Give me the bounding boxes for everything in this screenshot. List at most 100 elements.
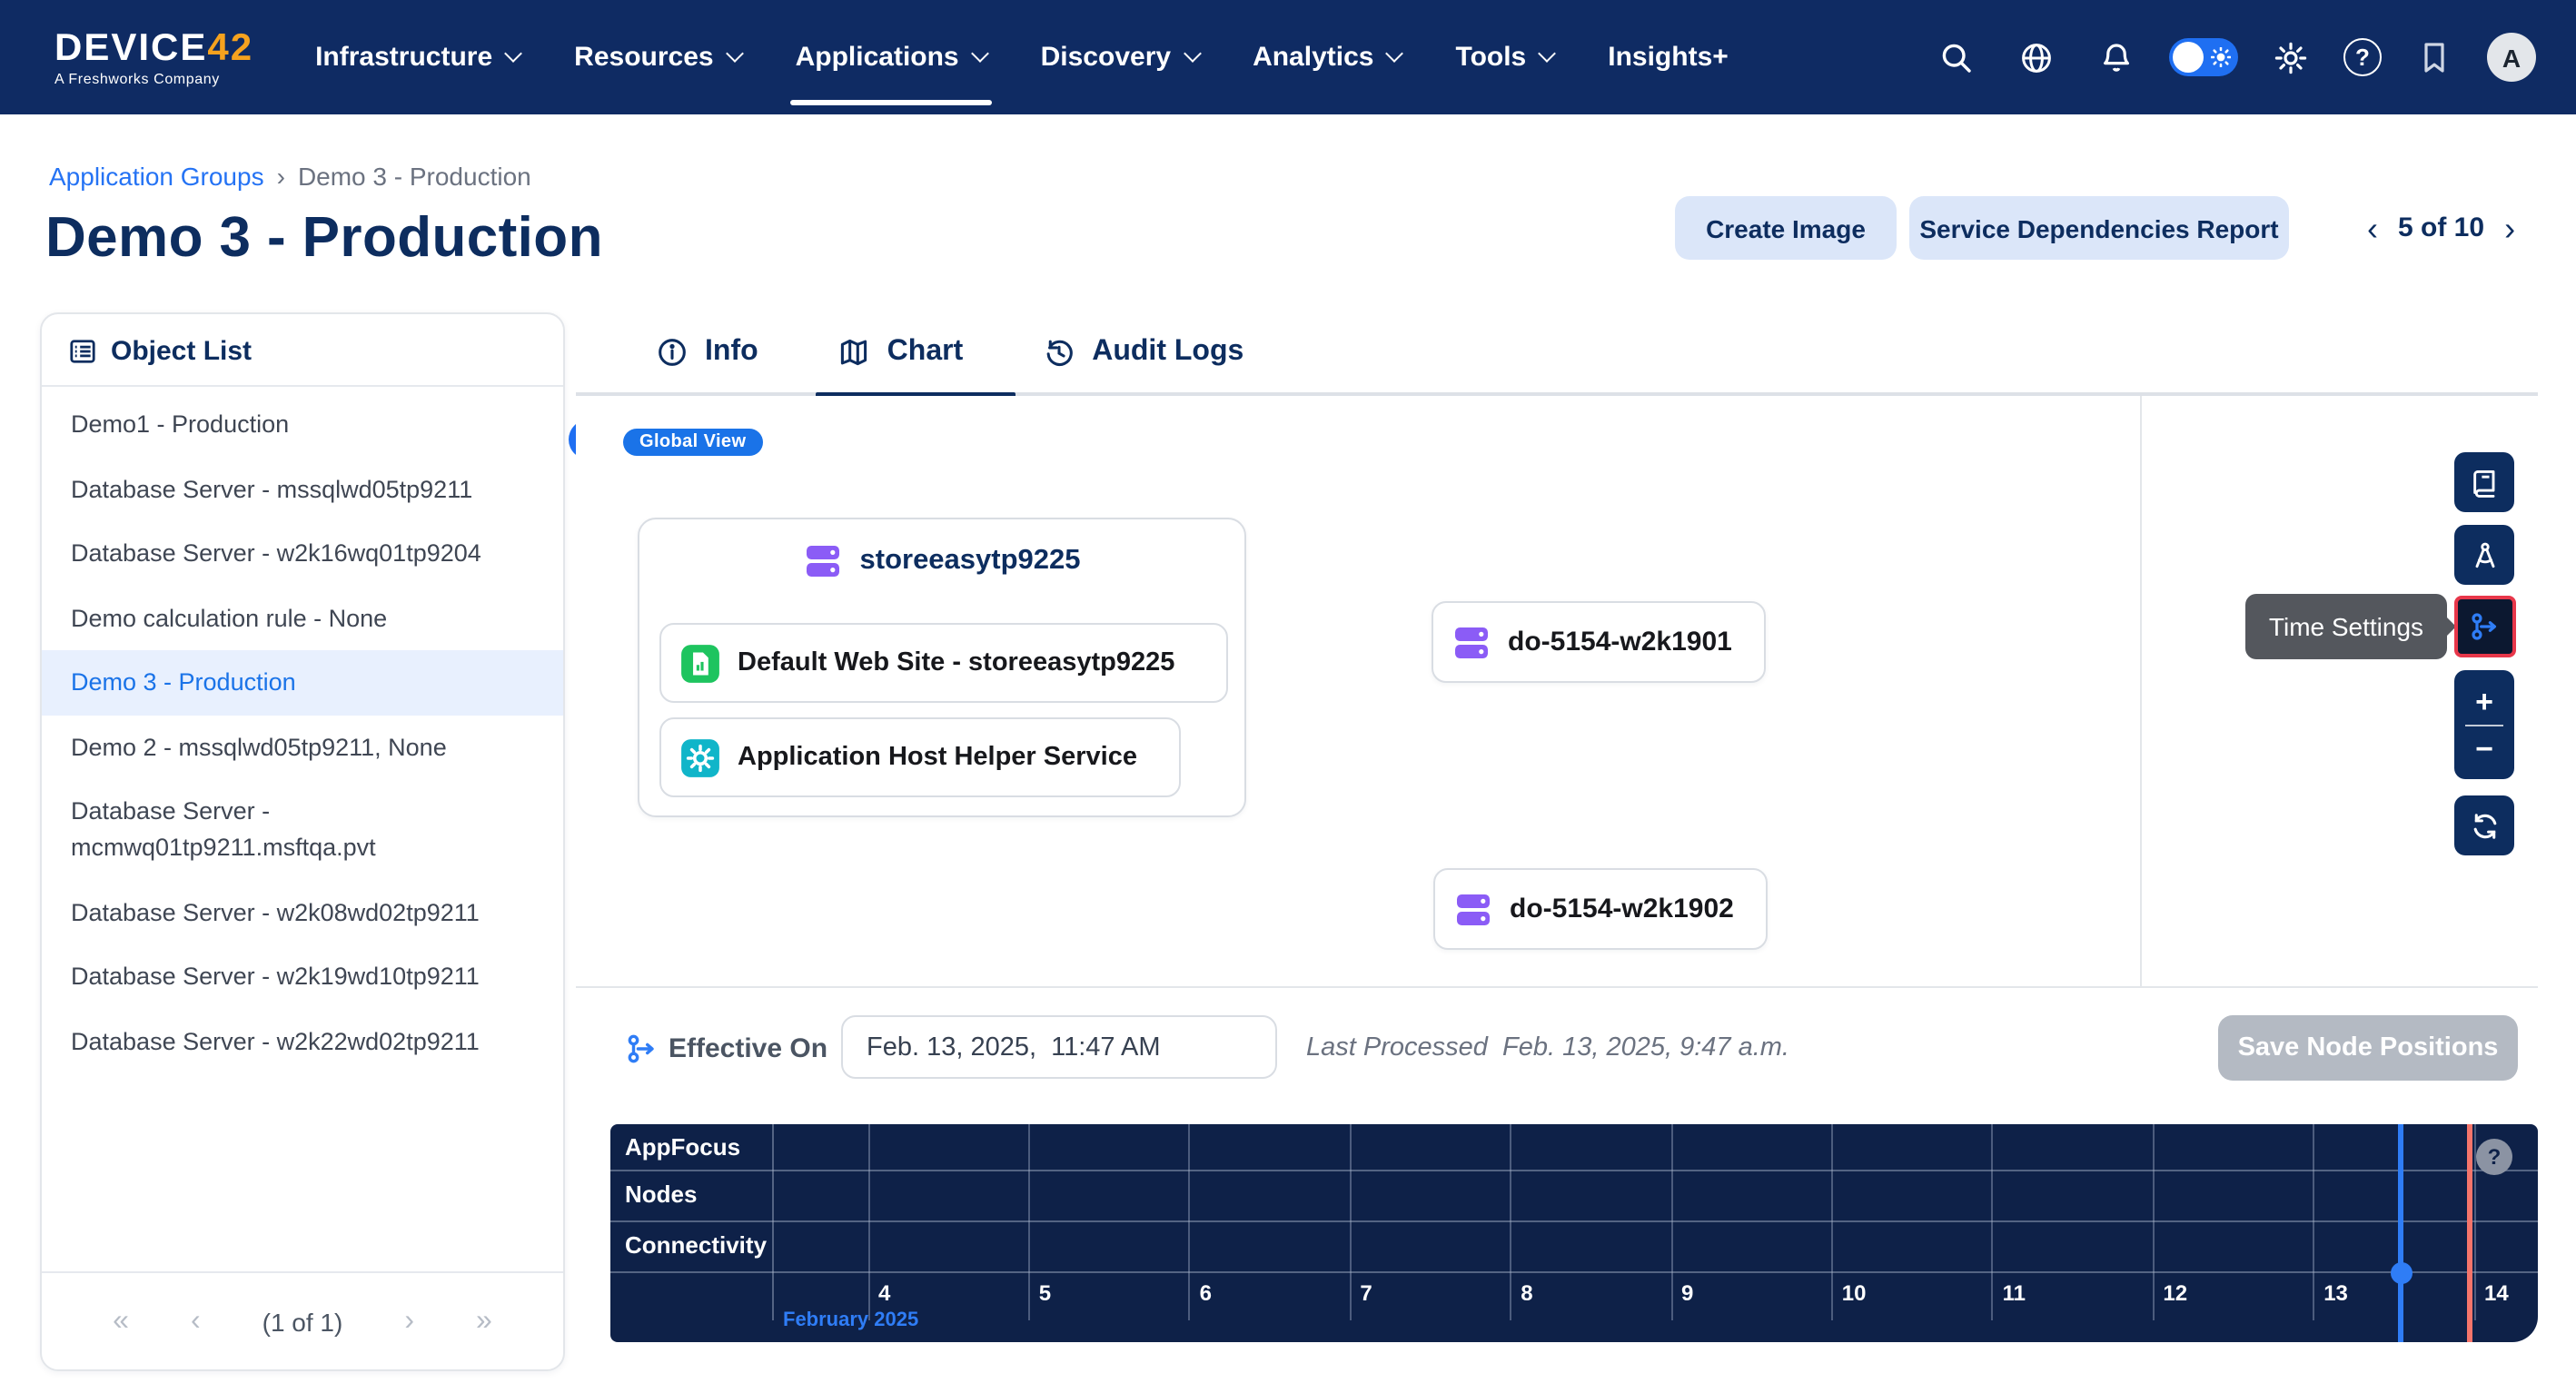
theme-toggle[interactable]: [2169, 38, 2238, 76]
effective-date-input[interactable]: Feb. 13, 2025, 11:47 AM: [841, 1015, 1277, 1079]
service-dependencies-report-button[interactable]: Service Dependencies Report: [1909, 196, 2289, 260]
timeline-row-label: Nodes: [625, 1181, 697, 1208]
timeline-help-icon[interactable]: ?: [2476, 1139, 2512, 1175]
timeline-row-divider: [610, 1170, 2538, 1171]
timeline-date-label: 12: [2163, 1280, 2187, 1306]
list-item[interactable]: Database Server - w2k16wq01tp9204: [42, 521, 563, 586]
last-page-icon[interactable]: »: [476, 1305, 492, 1338]
timeline-date-label: 11: [2003, 1280, 2026, 1306]
menu-tools[interactable]: Tools: [1455, 0, 1553, 114]
device42-logo[interactable]: DEVICE42 A Freshworks Company: [54, 28, 253, 86]
top-nav: DEVICE42 A Freshworks Company Infrastruc…: [0, 0, 2576, 114]
tab-audit-logs[interactable]: Audit Logs: [1043, 312, 1243, 392]
tab-info[interactable]: Info: [656, 312, 758, 392]
object-list-pagination: « ‹ (1 of 1) › »: [42, 1271, 563, 1369]
canvas-right-divider: [2140, 396, 2142, 986]
pager-next-icon[interactable]: ›: [2504, 212, 2515, 244]
list-item[interactable]: Database Server - mssqlwd05tp9211: [42, 457, 563, 521]
pager-prev-icon[interactable]: ‹: [2367, 212, 2378, 244]
timeline-now-marker: [2467, 1124, 2472, 1342]
page-indicator: (1 of 1): [263, 1307, 343, 1336]
timeline-gridline: 11: [1992, 1124, 1994, 1320]
timeline-row-label: AppFocus: [625, 1133, 740, 1161]
device42-app: DEVICE42 A Freshworks Company Infrastruc…: [0, 0, 2576, 1393]
globe-icon[interactable]: [2009, 30, 2064, 84]
menu-insights[interactable]: Insights+: [1608, 0, 1729, 114]
timeline-gridline: 7: [1349, 1124, 1351, 1320]
timeline-date-label: 9: [1681, 1280, 1693, 1306]
zoom-out-button[interactable]: −: [2475, 733, 2493, 764]
chevron-down-icon: [1386, 44, 1404, 63]
group-node-title: storeeasytp9225: [860, 545, 1081, 578]
logo-accent: 42: [207, 26, 253, 68]
timeline-marker-handle[interactable]: [2390, 1262, 2412, 1284]
history-timeline[interactable]: AppFocus Nodes Connectivity 4 5 6 7 8 9 …: [610, 1124, 2538, 1342]
bookmark-icon[interactable]: [2407, 30, 2462, 84]
menu-infrastructure[interactable]: Infrastructure: [315, 0, 520, 114]
last-processed-text: Last Processed Feb. 13, 2025, 9:47 a.m.: [1306, 1033, 1789, 1062]
timeline-current-marker[interactable]: [2398, 1124, 2403, 1342]
menu-applications[interactable]: Applications: [796, 0, 986, 114]
prev-page-icon[interactable]: ‹: [191, 1305, 201, 1338]
tab-chart[interactable]: Chart: [838, 312, 964, 392]
chevron-down-icon: [726, 44, 744, 63]
next-page-icon[interactable]: ›: [404, 1305, 414, 1338]
info-icon: [656, 336, 689, 369]
node-label: do-5154-w2k1902: [1510, 894, 1734, 924]
menu-resources[interactable]: Resources: [574, 0, 740, 114]
sun-icon: [2211, 47, 2231, 67]
refresh-button[interactable]: [2454, 795, 2514, 855]
web-site-icon: [679, 642, 721, 684]
timeline-gridline: 10: [1831, 1124, 1833, 1320]
user-avatar[interactable]: A: [2487, 33, 2536, 82]
timeline-row-label: Connectivity: [625, 1231, 767, 1259]
zoom-control: + −: [2454, 670, 2514, 779]
settings-gear-icon[interactable]: [2264, 30, 2318, 84]
list-item[interactable]: Demo 2 - mssqlwd05tp9211, None: [42, 716, 563, 780]
legend-book-button[interactable]: [2454, 452, 2514, 512]
group-node-header[interactable]: storeeasytp9225: [639, 541, 1244, 581]
object-list-header: Object List: [42, 314, 563, 387]
help-icon[interactable]: ?: [2343, 38, 2382, 76]
server-icon: [1453, 889, 1493, 929]
menu-analytics[interactable]: Analytics: [1253, 0, 1401, 114]
server-icon: [804, 541, 844, 581]
list-item[interactable]: Database Server - mcmwq01tp9211.msftqa.p…: [42, 780, 563, 880]
save-node-positions-button[interactable]: Save Node Positions: [2218, 1015, 2518, 1081]
dependency-chart-canvas[interactable]: Global View storeeasytp9225 Default Web …: [576, 396, 2538, 986]
nav-utilities: ? A: [1929, 0, 2536, 114]
timeline-date-label: 5: [1039, 1280, 1051, 1306]
chart-group-node[interactable]: storeeasytp9225 Default Web Site - store…: [638, 518, 1246, 817]
chart-node[interactable]: do-5154-w2k1901: [1432, 601, 1766, 683]
chart-footer-divider: [576, 986, 2538, 988]
create-image-button[interactable]: Create Image: [1675, 196, 1897, 260]
timeline-gridline: 9: [1670, 1124, 1672, 1320]
first-page-icon[interactable]: «: [113, 1305, 129, 1338]
book-icon: [2468, 466, 2501, 499]
list-item[interactable]: Demo calculation rule - None: [42, 586, 563, 650]
chart-service-node[interactable]: Default Web Site - storeeasytp9225: [659, 623, 1228, 703]
history-icon: [1043, 336, 1075, 369]
node-label: do-5154-w2k1901: [1508, 627, 1732, 657]
list-item[interactable]: Demo1 - Production: [42, 392, 563, 457]
breadcrumb-link[interactable]: Application Groups: [49, 162, 264, 191]
effective-on-row: Effective On Feb. 13, 2025, 11:47 AM Las…: [0, 1023, 2576, 1099]
zoom-in-button[interactable]: +: [2475, 686, 2493, 716]
chevron-down-icon: [504, 44, 522, 63]
layout-compass-button[interactable]: [2454, 525, 2514, 585]
map-icon: [838, 336, 871, 369]
search-icon[interactable]: [1929, 30, 1984, 84]
time-settings-button[interactable]: [2454, 596, 2516, 657]
time-flow-icon: [2469, 610, 2502, 643]
chart-node[interactable]: do-5154-w2k1902: [1433, 868, 1768, 950]
timeline-gridline: 6: [1189, 1124, 1191, 1320]
list-item[interactable]: Database Server - w2k08wd02tp9211: [42, 880, 563, 944]
page-title: Demo 3 - Production: [45, 205, 603, 271]
object-list-panel: Object List Demo1 - Production Database …: [40, 312, 565, 1371]
chart-service-node[interactable]: Application Host Helper Service: [659, 717, 1181, 797]
tab-bar: Info Chart Audit Logs: [576, 312, 2538, 396]
list-item[interactable]: Database Server - w2k19wd10tp9211: [42, 944, 563, 1009]
list-item-selected[interactable]: Demo 3 - Production: [42, 651, 563, 716]
menu-discovery[interactable]: Discovery: [1041, 0, 1198, 114]
notifications-bell-icon[interactable]: [2089, 30, 2144, 84]
